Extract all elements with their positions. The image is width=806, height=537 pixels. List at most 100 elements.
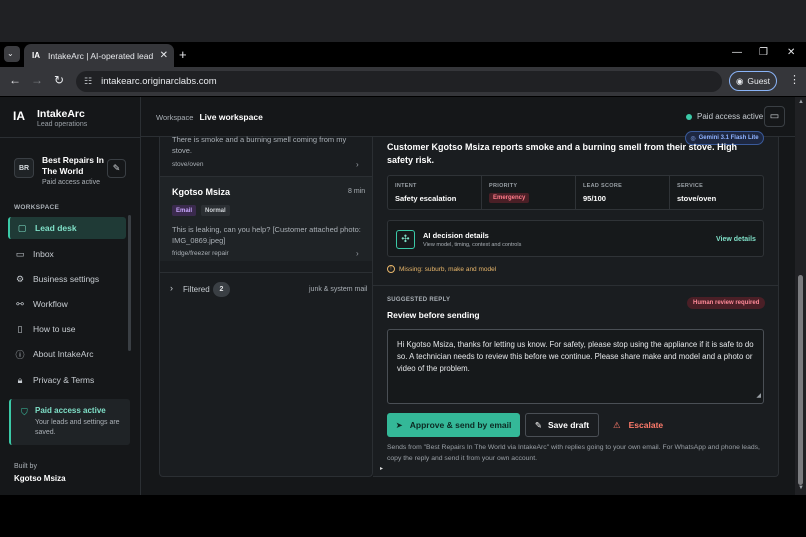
restore-icon[interactable]: ❐ (759, 47, 768, 58)
profile-label: Guest (747, 76, 771, 86)
sidebar-item-label: Inbox (33, 249, 54, 259)
access-status: Paid access active (686, 112, 763, 121)
paid-card-title: Paid access active (35, 406, 106, 415)
forward-icon[interactable]: → (31, 73, 43, 87)
sidebar-item-label: Workflow (33, 299, 68, 309)
built-by-name: Kgotso Msiza (14, 474, 66, 483)
edit-business-button[interactable]: ✎ (107, 159, 126, 178)
ai-desc: View model, timing, context and controls (423, 242, 522, 248)
sidebar-item-how-to-use[interactable]: ▯ How to use (8, 318, 126, 340)
tab-title: IntakeArc | AI-operated lead de (48, 50, 154, 61)
sidebar-scrollbar[interactable] (128, 215, 131, 351)
reload-icon[interactable]: ↻ (54, 73, 64, 87)
filtered-group[interactable]: › Filtered 2 junk & system mail (160, 275, 372, 303)
send-icon: ➤ (395, 419, 403, 430)
close-window-icon[interactable]: ✕ (787, 47, 795, 58)
lead-item-selected[interactable]: Kgotso Msiza 8 min Email Normal This is … (160, 177, 372, 261)
brand-name: IntakeArc (37, 108, 85, 120)
approve-send-button[interactable]: ➤ Approve & send by email (387, 413, 520, 437)
back-icon[interactable]: ← (9, 73, 21, 87)
inbox-icon: ▭ (15, 248, 25, 259)
save-draft-button[interactable]: ✎ Save draft (525, 413, 599, 437)
filtered-count: 2 (213, 282, 230, 297)
sidebar-item-business-settings[interactable]: ⚙ Business settings (8, 268, 126, 290)
profile-icon: ◉ (735, 75, 744, 86)
fact-lead-score: LEAD SCORE 95/100 (576, 176, 670, 209)
built-by-label: Built by (14, 463, 37, 470)
browser-tab[interactable]: IA IntakeArc | AI-operated lead de ✕ (24, 44, 174, 67)
screen-bottom (0, 495, 806, 537)
reply-textarea[interactable]: Hi Kgotso Msiza, thanks for letting us k… (387, 329, 764, 404)
sidebar-item-about[interactable]: ⓘ About IntakeArc (8, 343, 126, 365)
lead-facts: INTENT Safety escalation PRIORITY Emerge… (387, 175, 764, 210)
missing-info: ! Missing: suburb, make and model (387, 265, 496, 273)
lead-service-tag: fridge/freezer repair (172, 250, 229, 257)
page-scrollbar[interactable]: ▲ ▼ (795, 97, 806, 495)
lead-summary: Customer Kgotso Msiza reports smoke and … (387, 142, 738, 165)
priority-badge: Normal (201, 205, 230, 216)
display-mode-button[interactable]: ▭ (764, 106, 785, 127)
paid-access-card: ⛉ Paid access active Your leads and sett… (9, 399, 130, 445)
lead-detail: ◎ Gemini 3.1 Flash Lite Customer Kgotso … (373, 131, 779, 477)
lead-service-tag: stove/oven (172, 161, 204, 168)
browser-menu-icon[interactable]: ⋮ (789, 73, 800, 86)
chevron-right-icon: › (356, 249, 359, 258)
fact-priority: PRIORITY Emergency (482, 176, 576, 209)
chat-icon: ▢ (17, 222, 27, 233)
close-tab-icon[interactable]: ✕ (160, 50, 168, 61)
scrollbar-thumb[interactable] (798, 275, 803, 485)
scroll-down-icon[interactable]: ▼ (798, 485, 804, 491)
brand-subtitle: Lead operations (37, 121, 88, 128)
lead-preview: There is smoke and a burning smell comin… (172, 135, 347, 155)
lead-preview: This is leaking, can you help? [Customer… (172, 225, 361, 245)
chevron-right-icon: › (170, 283, 173, 293)
sidebar-item-label: Business settings (33, 274, 100, 284)
warning-icon: ! (387, 265, 395, 273)
sidebar-item-inbox[interactable]: ▭ Inbox (8, 243, 126, 265)
access-status-label: Paid access active (697, 112, 764, 121)
minimize-icon[interactable]: — (732, 47, 742, 58)
business-status: Paid access active (42, 179, 100, 186)
mouse-cursor-icon: ▸ (380, 466, 384, 472)
favicon: IA (32, 51, 40, 60)
business-avatar: BR (14, 158, 34, 178)
view-details-link[interactable]: View details (716, 236, 756, 243)
filtered-label: Filtered (183, 285, 210, 294)
reply-text[interactable]: Hi Kgotso Msiza, thanks for letting us k… (397, 340, 754, 373)
sidebar-item-lead-desk[interactable]: ▢ Lead desk (8, 217, 126, 239)
escalate-button[interactable]: ⚠ Escalate (613, 413, 663, 437)
section-label: WORKSPACE (14, 204, 60, 211)
new-tab-button[interactable]: + (179, 47, 187, 62)
business-card: BR Best Repairs In The World Paid access… (14, 155, 108, 186)
human-review-badge: Human review required (687, 297, 766, 309)
sidebar-item-label: Lead desk (35, 223, 77, 233)
resize-handle-icon[interactable]: ◢ (756, 390, 761, 402)
pencil-icon: ✎ (534, 419, 542, 430)
filtered-note: junk & system mail (309, 286, 368, 293)
fact-service: SERVICE stove/oven (677, 183, 717, 203)
monitor-icon: ▭ (769, 111, 780, 122)
profile-button[interactable]: ◉ Guest (729, 71, 777, 91)
alert-triangle-icon: ⚠ (613, 419, 621, 430)
breadcrumb-label: Workspace (156, 113, 194, 122)
address-bar[interactable]: ☷ intakearc.originarclabs.com (76, 71, 722, 92)
breadcrumb-current: Live workspace (199, 112, 263, 122)
business-name: Best Repairs In The World (42, 155, 104, 176)
divider (0, 137, 141, 138)
sidebar: IA IntakeArc Lead operations BR Best Rep… (0, 97, 141, 495)
send-note: Sends from "Best Repairs In The World vi… (387, 444, 760, 462)
scroll-up-icon[interactable]: ▲ (798, 99, 804, 105)
lead-name: Kgotso Msiza (172, 187, 231, 197)
fact-intent: INTENT Safety escalation (388, 176, 482, 209)
sidebar-item-privacy[interactable]: 🔒︎ Privacy & Terms (8, 369, 126, 391)
chevron-down-icon: ⌄ (7, 49, 14, 58)
sidebar-item-label: Privacy & Terms (33, 375, 95, 385)
url-text[interactable]: intakearc.originarclabs.com (101, 76, 217, 87)
suggested-reply-label: SUGGESTED REPLY (387, 297, 451, 303)
brand[interactable]: IA IntakeArc Lead operations (13, 108, 87, 128)
gear-icon: ⚙ (15, 273, 25, 284)
lock-icon: 🔒︎ (17, 374, 23, 385)
sidebar-item-workflow[interactable]: ⚯ Workflow (8, 293, 126, 315)
ai-decision-panel[interactable]: ✣ AI decision details View model, timing… (387, 220, 764, 257)
site-info-icon[interactable]: ☷ (84, 76, 92, 87)
